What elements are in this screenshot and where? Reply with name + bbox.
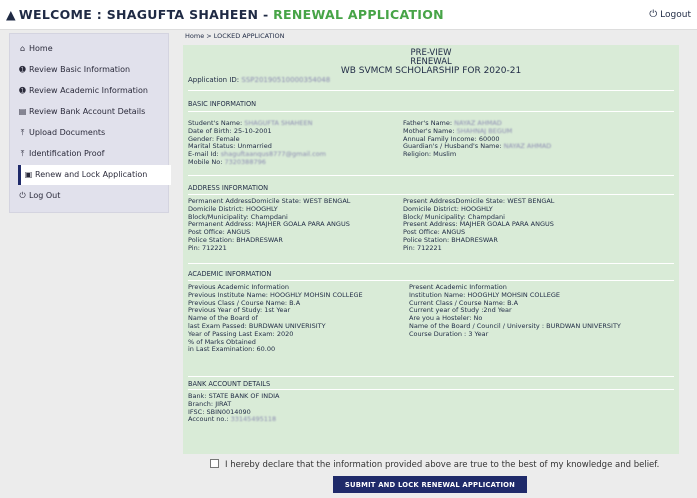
info-icon: ➊	[19, 86, 26, 95]
user-icon: ▲	[6, 7, 16, 22]
sidebar-item-label: Review Bank Account Details	[29, 107, 146, 116]
lock-icon: ▣	[24, 170, 33, 179]
info-row: Pin: 712221	[403, 243, 442, 252]
bank-details-title: BANK ACCOUNT DETAILS	[188, 380, 271, 388]
declaration-checkbox[interactable]	[210, 459, 219, 468]
academic-info-right: Present Academic Information Institution…	[409, 283, 621, 339]
info-row: Account no.: 33145495118	[188, 415, 277, 424]
sidebar-item-label: Home	[29, 44, 53, 53]
info-row: Course Duration : 3 Year	[409, 329, 489, 338]
sidebar-item-review-basic[interactable]: ➊ Review Basic Information	[10, 60, 168, 80]
application-id-value: SSP20190510000354048	[241, 76, 331, 84]
top-bar: ▲ WELCOME : SHAGUFTA SHAHEEN - RENEWAL AP…	[0, 0, 697, 30]
sidebar: ⌂ Home ➊ Review Basic Information ➊ Revi…	[9, 33, 171, 213]
submit-lock-button[interactable]: SUBMIT AND LOCK RENEWAL APPLICATION	[333, 476, 527, 493]
application-id-label: Application ID:	[188, 76, 240, 84]
sidebar-item-home[interactable]: ⌂ Home	[10, 39, 168, 59]
application-id: Application ID: SSP20190510000354048	[188, 76, 330, 84]
declaration-text: I hereby declare that the information pr…	[225, 460, 660, 470]
sidebar-item-label: Renew and Lock Application	[35, 170, 148, 179]
section-divider	[188, 175, 674, 176]
info-row: Religion: Muslim	[403, 150, 457, 159]
basic-info-right: Father's Name: NAYAZ AHMAD Mother's Name…	[403, 119, 551, 159]
sidebar-item-label: Review Basic Information	[29, 65, 131, 74]
section-divider	[188, 376, 674, 377]
info-icon: ➊	[19, 65, 26, 74]
address-info-left: Permanent AddressDomicile State: WEST BE…	[188, 197, 350, 253]
section-divider	[188, 90, 674, 91]
address-info-title: ADDRESS INFORMATION	[188, 184, 269, 192]
preview-panel: PRE-VIEW RENEWAL WB SVMCM SCHOLARSHIP FO…	[183, 45, 679, 454]
breadcrumb: Home > LOCKED APPLICATION	[185, 32, 285, 40]
sidebar-item-label: Review Academic Information	[29, 86, 148, 95]
sidebar-item-label: Identification Proof	[29, 149, 105, 158]
sidebar-item-identification-proof[interactable]: ⤒ Identification Proof	[10, 144, 168, 164]
section-divider	[188, 389, 674, 390]
address-info-right: Present AddressDomicile State: WEST BENG…	[403, 197, 554, 253]
welcome-title: ▲ WELCOME : SHAGUFTA SHAHEEN - RENEWAL AP…	[6, 7, 444, 22]
sidebar-item-renew-lock[interactable]: ▣ Renew and Lock Application	[18, 165, 171, 185]
basic-info-title: BASIC INFORMATION	[188, 100, 257, 108]
upload-icon: ⤒	[20, 128, 25, 137]
section-divider	[188, 263, 674, 264]
info-row: Pin: 712221	[188, 243, 227, 252]
logout-link[interactable]: ⏻ Logout	[649, 9, 691, 20]
academic-info-left: Previous Academic Information Previous I…	[188, 283, 363, 354]
info-row: Mobile No: 7320388796	[188, 157, 266, 166]
academic-info-title: ACADEMIC INFORMATION	[188, 270, 272, 278]
sidebar-item-label: Upload Documents	[29, 128, 106, 137]
sidebar-item-review-academic[interactable]: ➊ Review Academic Information	[10, 81, 168, 101]
section-divider	[188, 280, 674, 281]
section-divider	[188, 111, 674, 112]
welcome-text: WELCOME : SHAGUFTA SHAHEEN	[18, 7, 259, 22]
sidebar-item-label: Log Out	[29, 191, 61, 200]
app-title: RENEWAL APPLICATION	[273, 7, 444, 22]
basic-info-left: Student's Name: SHAGUFTA SHAHEEN Date of…	[188, 119, 326, 167]
power-icon: ⏻	[649, 9, 658, 20]
logout-label: Logout	[660, 10, 691, 20]
power-icon: ⏻	[19, 191, 26, 200]
sidebar-item-review-bank[interactable]: ▤ Review Bank Account Details	[10, 102, 168, 122]
bank-icon: ▤	[18, 107, 27, 116]
info-row: in Last Examination: 60.00	[188, 345, 276, 354]
bank-details: Bank: STATE BANK OF INDIA Branch: JIRAT …	[188, 392, 279, 424]
section-divider	[188, 194, 674, 195]
scholarship-title: WB SVMCM SCHOLARSHIP FOR 2020-21	[340, 66, 522, 76]
title-separator: -	[258, 7, 274, 22]
declaration: I hereby declare that the information pr…	[210, 459, 659, 470]
home-icon: ⌂	[19, 44, 26, 53]
sidebar-item-logout[interactable]: ⏻ Log Out	[10, 186, 168, 206]
sidebar-item-upload-documents[interactable]: ⤒ Upload Documents	[10, 123, 168, 143]
upload-icon: ⤒	[20, 149, 25, 158]
